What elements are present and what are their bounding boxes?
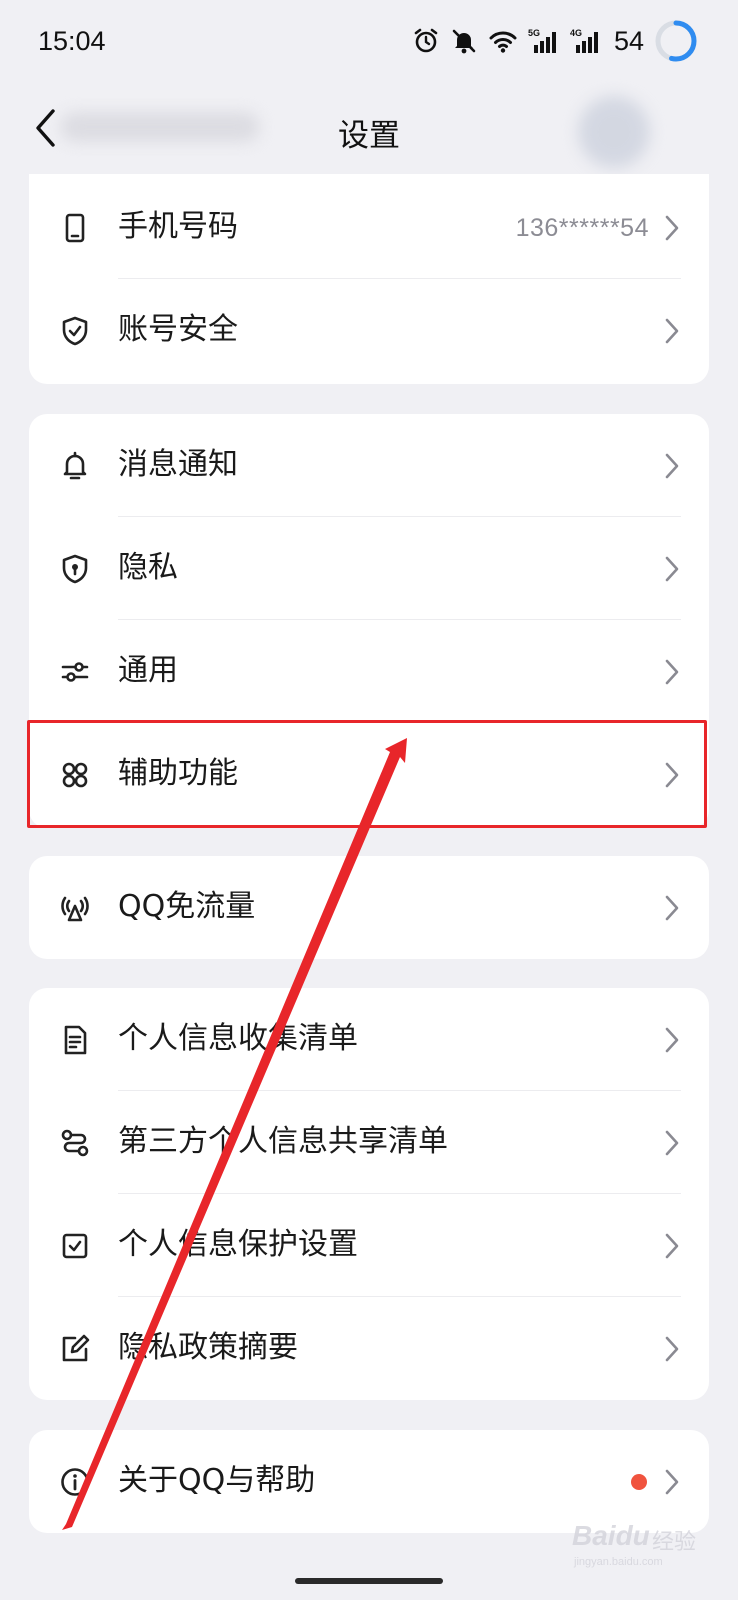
settings-group-general: 消息通知 隐私 通用 辅助功能 xyxy=(29,414,709,828)
share-flow-icon xyxy=(59,1127,91,1159)
bell-icon xyxy=(59,450,91,482)
battery-level: 54 xyxy=(613,25,644,56)
settings-item-privacy[interactable]: 隐私 xyxy=(29,517,709,620)
settings-item-privacy-summary[interactable]: 隐私政策摘要 xyxy=(29,1297,709,1400)
settings-item-label: 账号安全 xyxy=(118,312,238,347)
chevron-right-icon xyxy=(665,453,679,479)
settings-item-label: 个人信息保护设置 xyxy=(118,1227,358,1262)
settings-item-label: 辅助功能 xyxy=(118,756,238,791)
settings-item-label: 通用 xyxy=(118,653,178,688)
settings-item-label: 个人信息收集清单 xyxy=(118,1021,358,1056)
chevron-right-icon xyxy=(665,1469,679,1495)
svg-text:5G: 5G xyxy=(528,28,540,38)
watermark-text: 经验 xyxy=(652,1530,697,1555)
accessibility-icon xyxy=(59,759,91,791)
chevron-right-icon xyxy=(665,762,679,788)
status-time: 15:04 xyxy=(38,26,106,56)
status-bar: 15:04 5G 4G 54 xyxy=(0,0,738,82)
chevron-right-icon xyxy=(665,1130,679,1156)
free-data-icon xyxy=(59,892,91,924)
settings-group-free-data: QQ免流量 xyxy=(29,856,709,959)
wifi-icon xyxy=(488,27,518,55)
battery-ring-icon xyxy=(654,19,698,63)
chevron-right-icon xyxy=(665,895,679,921)
chevron-right-icon xyxy=(665,318,679,344)
chevron-right-icon xyxy=(665,659,679,685)
privacy-shield-icon xyxy=(59,553,91,585)
settings-item-label: 第三方个人信息共享清单 xyxy=(118,1124,448,1159)
signal-4g-icon: 4G xyxy=(570,27,602,55)
checkbox-icon xyxy=(59,1230,91,1262)
chevron-right-icon xyxy=(665,1336,679,1362)
settings-item-third-party-sharing[interactable]: 第三方个人信息共享清单 xyxy=(29,1091,709,1194)
document-icon xyxy=(59,1024,91,1056)
phone-icon xyxy=(59,212,91,244)
notification-dot xyxy=(631,1474,647,1490)
settings-item-qq-free-data[interactable]: QQ免流量 xyxy=(29,856,709,959)
settings-item-notifications[interactable]: 消息通知 xyxy=(29,414,709,517)
svg-text:4G: 4G xyxy=(570,28,582,38)
settings-item-account-security[interactable]: 账号安全 xyxy=(29,279,709,382)
settings-item-label: 隐私政策摘要 xyxy=(118,1330,298,1365)
mute-icon xyxy=(450,27,478,55)
status-icons: 5G 4G 54 xyxy=(412,16,698,66)
settings-item-label: 关于QQ与帮助 xyxy=(118,1463,316,1498)
settings-item-label: 消息通知 xyxy=(118,447,238,482)
nav-bar: 设置 xyxy=(0,82,738,174)
info-icon xyxy=(59,1466,91,1498)
settings-item-info-protection[interactable]: 个人信息保护设置 xyxy=(29,1194,709,1297)
home-indicator[interactable] xyxy=(295,1578,443,1584)
watermark-url: jingyan.baidu.com xyxy=(574,1556,663,1568)
chevron-right-icon xyxy=(665,556,679,582)
settings-item-phone[interactable]: 手机号码 136******54 xyxy=(29,176,709,279)
watermark-logo: Baidu xyxy=(572,1520,650,1551)
settings-item-label: 手机号码 xyxy=(118,209,238,244)
settings-group-personal-info: 个人信息收集清单 第三方个人信息共享清单 个人信息保护设置 隐私政策摘要 xyxy=(29,988,709,1400)
page-title: 设置 xyxy=(338,118,400,154)
settings-item-label: QQ免流量 xyxy=(118,889,256,924)
settings-item-accessibility[interactable]: 辅助功能 xyxy=(29,723,709,826)
chevron-right-icon xyxy=(665,215,679,241)
chevron-right-icon xyxy=(665,1233,679,1259)
phone-number-value: 136******54 xyxy=(515,214,649,242)
chevron-right-icon xyxy=(665,1027,679,1053)
settings-item-info-collection[interactable]: 个人信息收集清单 xyxy=(29,988,709,1091)
sliders-icon xyxy=(59,656,91,688)
settings-item-label: 隐私 xyxy=(118,550,178,585)
settings-item-general[interactable]: 通用 xyxy=(29,620,709,723)
edit-icon xyxy=(59,1333,91,1365)
shield-check-icon xyxy=(59,315,91,347)
baidu-jingyan-watermark: Baidu 经验 jingyan.baidu.com xyxy=(572,1512,702,1572)
settings-group-account: 手机号码 136******54 账号安全 xyxy=(29,174,709,384)
alarm-icon xyxy=(412,27,440,55)
signal-5g-icon: 5G xyxy=(528,27,560,55)
